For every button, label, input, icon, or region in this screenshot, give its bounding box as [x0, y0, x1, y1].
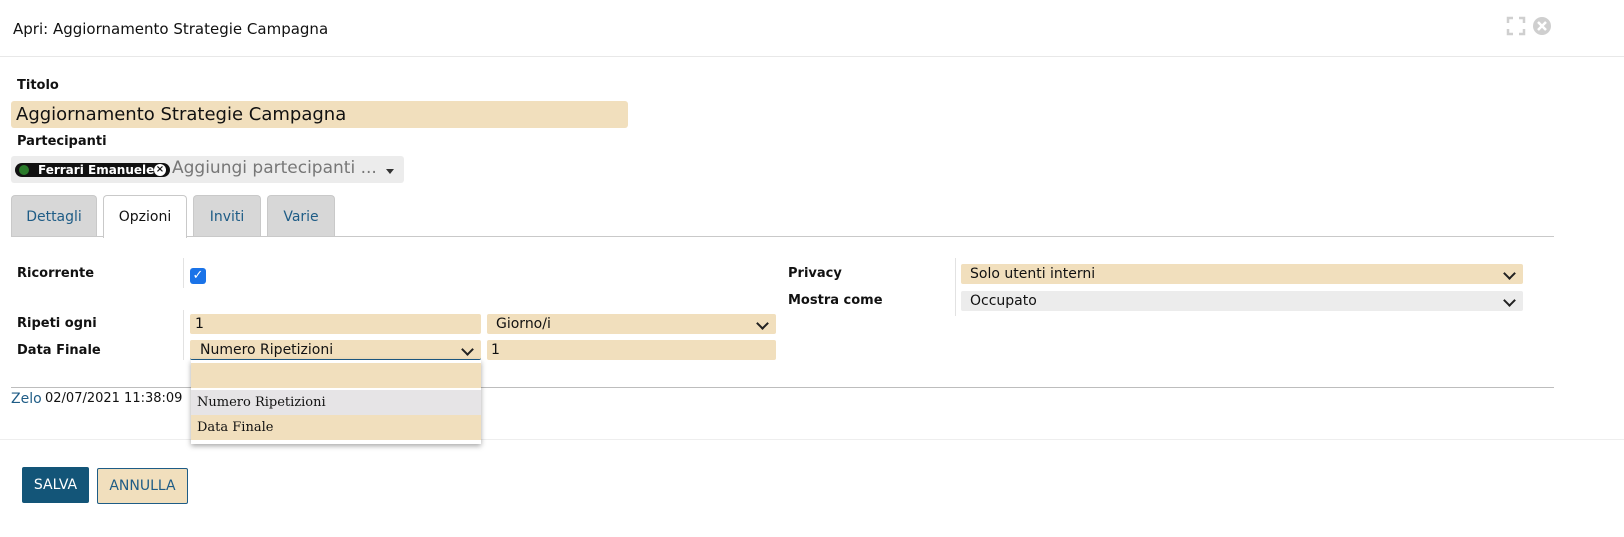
participant-name: Ferrari Emanuele: [38, 163, 155, 177]
window-title: Apri: Aggiornamento Strategie Campagna: [13, 20, 329, 38]
chevron-down-icon: [1503, 267, 1516, 280]
data-finale-dropdown: Numero Ripetizioni Data Finale: [191, 360, 481, 444]
tab-opzioni[interactable]: Opzioni: [103, 195, 187, 238]
dropdown-option-data-finale[interactable]: Data Finale: [191, 415, 481, 440]
tab-divider: [11, 236, 1554, 237]
remove-participant-icon[interactable]: ×: [154, 164, 166, 176]
status-dot-icon: [19, 165, 29, 175]
participant-chip[interactable]: Ferrari Emanuele ×: [15, 163, 170, 177]
titolo-label: Titolo: [17, 78, 59, 93]
chevron-down-icon: [461, 343, 474, 356]
chevron-down-icon: [1503, 294, 1516, 307]
expand-icon[interactable]: [1506, 16, 1526, 36]
mostra-come-select[interactable]: Occupato: [961, 291, 1523, 311]
tab-inviti[interactable]: Inviti: [193, 195, 261, 237]
close-icon[interactable]: [1532, 16, 1552, 36]
data-finale-select[interactable]: Numero Ripetizioni: [190, 340, 481, 360]
save-button[interactable]: SALVA: [22, 467, 89, 503]
ricorrente-checkbox[interactable]: ✓: [190, 268, 206, 284]
data-finale-label: Data Finale: [17, 343, 101, 358]
ricorrente-label: Ricorrente: [17, 266, 95, 281]
field-separator: [183, 310, 184, 360]
timestamp: 02/07/2021 11:38:09: [45, 391, 183, 406]
ripeti-unit-value: Giorno/i: [496, 316, 551, 332]
dropdown-option-numero-ripetizioni[interactable]: Numero Ripetizioni: [191, 390, 481, 415]
privacy-label: Privacy: [788, 266, 842, 281]
chevron-down-icon: [756, 317, 769, 330]
ripeti-unit-select[interactable]: Giorno/i: [487, 314, 776, 334]
chevron-down-icon[interactable]: [386, 169, 394, 174]
ripeti-ogni-input[interactable]: 1: [190, 314, 481, 334]
privacy-value: Solo utenti interni: [970, 266, 1096, 282]
partecipanti-placeholder[interactable]: Aggiungi partecipanti ...: [172, 158, 377, 178]
tab-dettagli[interactable]: Dettagli: [11, 195, 97, 237]
titolo-input[interactable]: Aggiornamento Strategie Campagna: [11, 101, 628, 128]
dropdown-option-empty[interactable]: [191, 363, 481, 388]
mostra-come-label: Mostra come: [788, 293, 883, 308]
privacy-select[interactable]: Solo utenti interni: [961, 264, 1523, 284]
mostra-come-value: Occupato: [970, 293, 1037, 309]
field-separator: [955, 258, 956, 316]
data-finale-input[interactable]: 1: [487, 340, 776, 360]
header-divider: [0, 56, 1624, 57]
ripeti-ogni-label: Ripeti ogni: [17, 316, 97, 331]
field-separator: [183, 258, 184, 288]
cancel-button[interactable]: ANNULLA: [97, 468, 188, 504]
partecipanti-label: Partecipanti: [17, 134, 107, 149]
tab-varie[interactable]: Varie: [267, 195, 335, 237]
data-finale-mode: Numero Ripetizioni: [200, 342, 334, 358]
author-link[interactable]: Zelo: [11, 391, 42, 407]
